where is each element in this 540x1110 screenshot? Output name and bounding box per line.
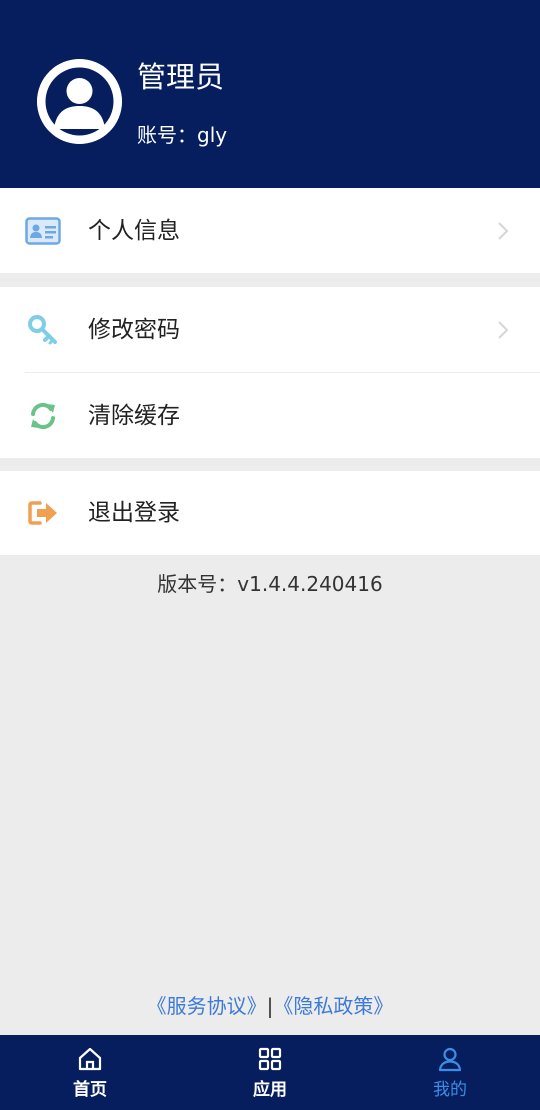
refresh-icon xyxy=(25,398,61,434)
version-text: 版本号：v1.4.4.240416 xyxy=(157,572,383,596)
chevron-right-icon xyxy=(498,320,509,339)
change-password-item[interactable]: 修改密码 xyxy=(0,287,540,372)
grid-icon xyxy=(258,1047,282,1071)
profile-header: 管理员 账号：gly xyxy=(0,0,540,188)
menu-group-profile: 个人信息 xyxy=(0,188,540,273)
user-icon xyxy=(438,1047,462,1072)
personal-info-label: 个人信息 xyxy=(88,217,180,244)
menu-group-logout: 退出登录 xyxy=(0,471,540,555)
tab-home-label: 首页 xyxy=(73,1080,107,1100)
legal-links: 《服务协议》|《隐私政策》 xyxy=(0,992,540,1020)
clear-cache-item[interactable]: 清除缓存 xyxy=(0,373,540,458)
id-card-icon xyxy=(25,213,61,249)
clear-cache-label: 清除缓存 xyxy=(88,402,180,429)
chevron-right-icon xyxy=(498,221,509,240)
account-text: 账号：gly xyxy=(137,123,228,147)
user-name: 管理员 xyxy=(137,60,225,94)
tab-home[interactable]: 首页 xyxy=(0,1035,180,1110)
user-avatar-icon[interactable] xyxy=(37,59,122,144)
bottom-tab-bar: 首页 应用 我的 xyxy=(0,1035,540,1110)
logout-label: 退出登录 xyxy=(88,500,180,526)
menu-group-settings: 修改密码 清除缓存 xyxy=(0,287,540,458)
sign-out-icon xyxy=(25,495,61,531)
personal-info-item[interactable]: 个人信息 xyxy=(0,188,540,273)
key-icon xyxy=(25,312,61,348)
service-agreement-link[interactable]: 《服务协议》 xyxy=(147,994,267,1018)
home-icon xyxy=(78,1047,102,1071)
privacy-policy-link[interactable]: 《隐私政策》 xyxy=(273,994,393,1018)
tab-apps[interactable]: 应用 xyxy=(180,1035,360,1110)
tab-apps-label: 应用 xyxy=(253,1080,287,1100)
change-password-label: 修改密码 xyxy=(88,316,180,343)
tab-mine-label: 我的 xyxy=(433,1080,467,1100)
tab-mine[interactable]: 我的 xyxy=(360,1035,540,1110)
logout-item[interactable]: 退出登录 xyxy=(0,471,540,555)
